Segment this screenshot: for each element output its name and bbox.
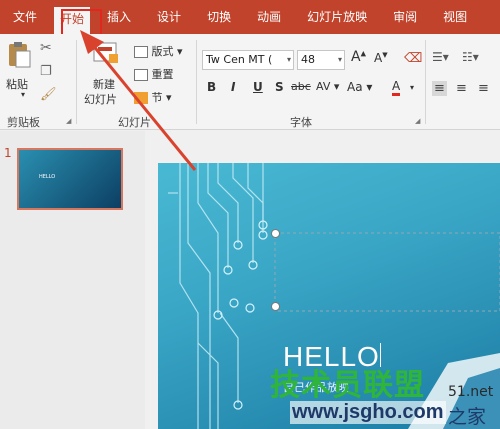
annotation-arrow xyxy=(80,30,197,171)
watermark-title: 技术员联盟 xyxy=(270,368,425,403)
watermark-suffix: 之家 xyxy=(448,406,487,428)
watermark-url: www.jsgho.com xyxy=(290,401,446,424)
watermark-domain: 51.net xyxy=(448,384,494,400)
